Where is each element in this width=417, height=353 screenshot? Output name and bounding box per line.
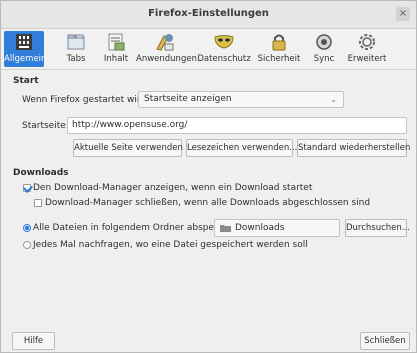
general-icon <box>16 34 32 50</box>
use-bookmark-button[interactable]: Lesezeichen verwenden... <box>186 139 297 157</box>
startup-dropdown[interactable]: Startseite anzeigen ⌄ <box>138 91 344 108</box>
close-button[interactable]: Schließen <box>360 332 410 350</box>
tab-anwendungen[interactable]: Anwendungen <box>136 31 197 67</box>
tab-tabs[interactable]: Tabs <box>63 31 89 67</box>
window-title: Firefox-Einstellungen <box>148 8 269 19</box>
lock-icon <box>272 34 286 51</box>
homepage-label: Startseite: <box>22 121 69 131</box>
downloads-section-title: Downloads <box>13 168 69 178</box>
tab-sync[interactable]: Sync <box>311 31 337 67</box>
tab-inhalt[interactable]: Inhalt <box>102 31 130 67</box>
restore-default-button[interactable]: Standard wiederherstellen <box>297 139 410 157</box>
use-current-page-button[interactable]: Aktuelle Seite verwenden <box>73 139 183 157</box>
help-button[interactable]: Hilfe <box>12 332 55 350</box>
folder-icon <box>220 225 231 232</box>
tab-label: Sync <box>313 54 335 64</box>
tab-erweitert[interactable]: Erweitert <box>346 31 388 67</box>
start-section-title: Start <box>13 76 39 86</box>
browse-button[interactable]: Durchsuchen... <box>345 219 410 237</box>
sync-icon <box>316 34 332 50</box>
tabs-icon <box>67 34 85 50</box>
download-folder-name: Downloads <box>235 223 285 233</box>
tab-label: Inhalt <box>103 54 129 64</box>
tab-allgemein[interactable]: Allgemein <box>4 31 47 67</box>
tab-label: Tabs <box>66 54 86 64</box>
ask-each-time-label: Jedes Mal nachfragen, wo eine Datei gesp… <box>33 240 308 250</box>
save-to-folder-radio[interactable] <box>23 224 31 232</box>
tab-label: Erweitert <box>347 54 387 64</box>
tab-sicherheit[interactable]: Sicherheit <box>256 31 302 67</box>
show-download-manager-label: Den Download-Manager anzeigen, wenn ein … <box>33 183 313 193</box>
tab-label: Anwendungen <box>136 54 197 64</box>
close-download-manager-label: Download-Manager schließen, wenn alle Do… <box>45 198 371 208</box>
applications-icon <box>155 34 173 51</box>
preferences-window: Firefox-Einstellungen × Allgemein Tabs I… <box>0 0 417 353</box>
homepage-input[interactable]: http://www.opensuse.org/ <box>67 117 407 134</box>
privacy-mask-icon <box>214 35 234 49</box>
download-folder-field[interactable]: Downloads <box>214 219 340 237</box>
close-download-manager-checkbox[interactable] <box>34 199 42 207</box>
chevron-down-icon: ⌄ <box>330 95 337 104</box>
tab-label: Datenschutz <box>197 54 251 64</box>
content-icon <box>108 33 125 51</box>
tab-label: Sicherheit <box>257 54 301 64</box>
titlebar: Firefox-Einstellungen × <box>1 1 416 29</box>
tab-datenschutz[interactable]: Datenschutz <box>197 31 251 67</box>
show-download-manager-checkbox[interactable] <box>23 184 31 192</box>
preferences-toolbar: Allgemein Tabs Inhalt Anwendungen Datens… <box>1 29 416 70</box>
startup-label: Wenn Firefox gestartet wird: <box>22 95 150 105</box>
tab-label: Allgemein <box>4 54 47 64</box>
gear-icon <box>359 34 375 50</box>
startup-dropdown-value: Startseite anzeigen <box>144 94 232 104</box>
ask-each-time-radio[interactable] <box>23 241 31 249</box>
close-icon[interactable]: × <box>396 7 410 21</box>
